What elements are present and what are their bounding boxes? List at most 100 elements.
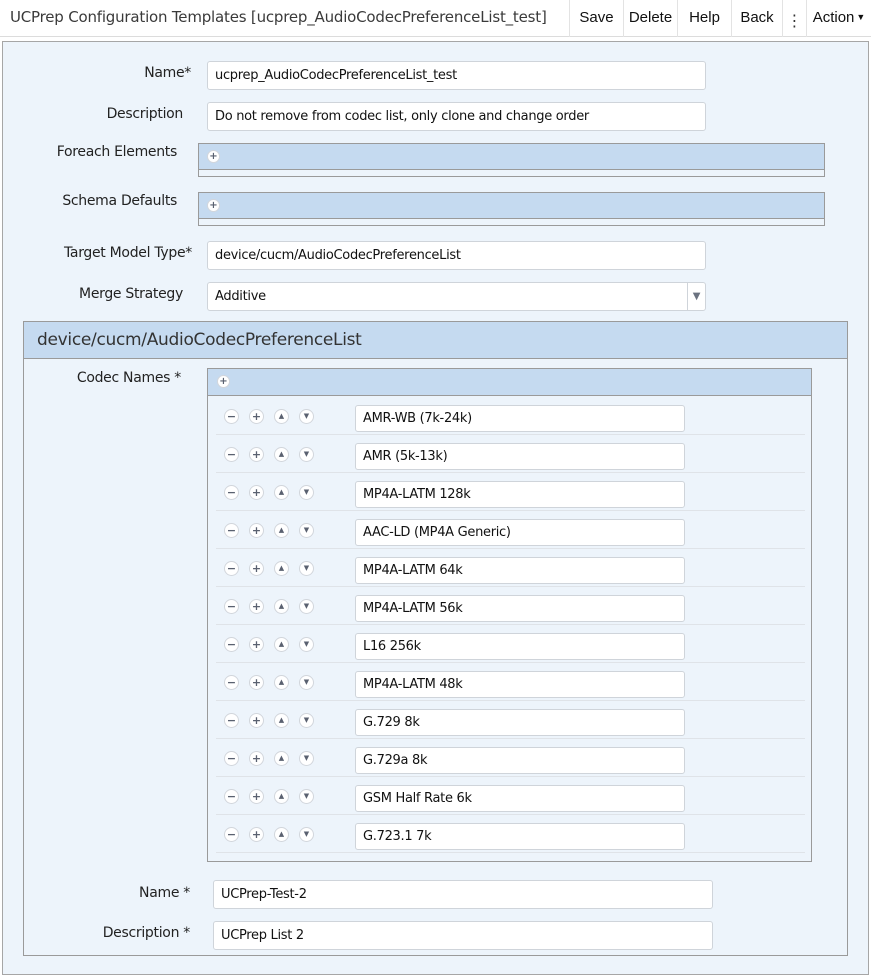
help-button[interactable]: Help bbox=[677, 0, 731, 37]
codec-name-input[interactable]: MP4A-LATM 56k bbox=[355, 595, 685, 622]
codec-name-input[interactable]: MP4A-LATM 128k bbox=[355, 481, 685, 508]
codec-row: − + ▲ ▼ G.723.1 7k bbox=[216, 815, 805, 853]
add-codec-after-button[interactable]: + bbox=[249, 713, 264, 728]
move-down-button[interactable]: ▼ bbox=[299, 789, 314, 804]
remove-codec-button[interactable]: − bbox=[224, 713, 239, 728]
back-button[interactable]: Back bbox=[731, 0, 782, 37]
codec-name-input[interactable]: MP4A-LATM 64k bbox=[355, 557, 685, 584]
merge-strategy-value: Additive bbox=[215, 289, 266, 304]
remove-codec-button[interactable]: − bbox=[224, 675, 239, 690]
codec-row: − + ▲ ▼ AMR-WB (7k-24k) bbox=[216, 397, 805, 435]
codec-name-input[interactable]: AMR-WB (7k-24k) bbox=[355, 405, 685, 432]
schema-defaults-group: + bbox=[198, 192, 825, 226]
codec-row: − + ▲ ▼ GSM Half Rate 6k bbox=[216, 777, 805, 815]
codec-row: − + ▲ ▼ MP4A-LATM 48k bbox=[216, 663, 805, 701]
codec-name-input[interactable]: G.723.1 7k bbox=[355, 823, 685, 850]
codec-names-header: + bbox=[208, 369, 811, 396]
model-description-input[interactable]: UCPrep List 2 bbox=[213, 921, 713, 950]
codec-names-list: + − + ▲ ▼ AMR-WB (7k-24k) − + ▲ ▼ AMR (5k-13k) − + ▲… bbox=[207, 368, 812, 862]
move-up-button[interactable]: ▲ bbox=[274, 599, 289, 614]
codec-row: − + ▲ ▼ MP4A-LATM 56k bbox=[216, 587, 805, 625]
move-up-button[interactable]: ▲ bbox=[274, 523, 289, 538]
move-down-button[interactable]: ▼ bbox=[299, 409, 314, 424]
move-up-button[interactable]: ▲ bbox=[274, 675, 289, 690]
add-codec-after-button[interactable]: + bbox=[249, 675, 264, 690]
model-name-input[interactable]: UCPrep-Test-2 bbox=[213, 880, 713, 909]
remove-codec-button[interactable]: − bbox=[224, 523, 239, 538]
add-codec-after-button[interactable]: + bbox=[249, 447, 264, 462]
add-codec-button[interactable]: + bbox=[217, 375, 230, 388]
add-codec-after-button[interactable]: + bbox=[249, 485, 264, 500]
move-down-button[interactable]: ▼ bbox=[299, 713, 314, 728]
move-down-button[interactable]: ▼ bbox=[299, 637, 314, 652]
move-down-button[interactable]: ▼ bbox=[299, 827, 314, 842]
add-codec-after-button[interactable]: + bbox=[249, 751, 264, 766]
foreach-elements-group: + bbox=[198, 143, 825, 177]
merge-strategy-select[interactable]: Additive ▼ bbox=[207, 282, 706, 311]
caret-down-icon: ▼ bbox=[856, 12, 866, 22]
schema-defaults-label: Schema Defaults bbox=[62, 193, 177, 209]
remove-codec-button[interactable]: − bbox=[224, 827, 239, 842]
move-down-button[interactable]: ▼ bbox=[299, 447, 314, 462]
remove-codec-button[interactable]: − bbox=[224, 447, 239, 462]
foreach-elements-label: Foreach Elements bbox=[56, 144, 178, 160]
codec-row: − + ▲ ▼ L16 256k bbox=[216, 625, 805, 663]
save-button[interactable]: Save bbox=[569, 0, 623, 37]
model-section-title: device/cucm/AudioCodecPreferenceList bbox=[37, 330, 362, 350]
more-options-button[interactable]: ⋮ bbox=[782, 0, 806, 37]
move-down-button[interactable]: ▼ bbox=[299, 599, 314, 614]
codec-row: − + ▲ ▼ AMR (5k-13k) bbox=[216, 435, 805, 473]
move-down-button[interactable]: ▼ bbox=[299, 751, 314, 766]
add-codec-after-button[interactable]: + bbox=[249, 789, 264, 804]
description-input[interactable]: Do not remove from codec list, only clon… bbox=[207, 102, 706, 131]
move-down-button[interactable]: ▼ bbox=[299, 561, 314, 576]
move-up-button[interactable]: ▲ bbox=[274, 827, 289, 842]
remove-codec-button[interactable]: − bbox=[224, 751, 239, 766]
codec-name-input[interactable]: L16 256k bbox=[355, 633, 685, 660]
add-codec-after-button[interactable]: + bbox=[249, 599, 264, 614]
delete-button[interactable]: Delete bbox=[623, 0, 677, 37]
codec-names-label: Codec Names * bbox=[76, 370, 181, 386]
move-up-button[interactable]: ▲ bbox=[274, 789, 289, 804]
model-section-header: device/cucm/AudioCodecPreferenceList bbox=[24, 322, 847, 359]
codec-name-input[interactable]: AMR (5k-13k) bbox=[355, 443, 685, 470]
codec-name-input[interactable]: G.729 8k bbox=[355, 709, 685, 736]
codec-name-input[interactable]: AAC-LD (MP4A Generic) bbox=[355, 519, 685, 546]
remove-codec-button[interactable]: − bbox=[224, 485, 239, 500]
target-model-type-label: Target Model Type* bbox=[63, 245, 192, 261]
codec-name-input[interactable]: G.729a 8k bbox=[355, 747, 685, 774]
remove-codec-button[interactable]: − bbox=[224, 409, 239, 424]
move-down-button[interactable]: ▼ bbox=[299, 675, 314, 690]
move-up-button[interactable]: ▲ bbox=[274, 447, 289, 462]
add-codec-after-button[interactable]: + bbox=[249, 637, 264, 652]
add-codec-after-button[interactable]: + bbox=[249, 561, 264, 576]
move-up-button[interactable]: ▲ bbox=[274, 713, 289, 728]
codec-row: − + ▲ ▼ G.729 8k bbox=[216, 701, 805, 739]
move-down-button[interactable]: ▼ bbox=[299, 485, 314, 500]
move-up-button[interactable]: ▲ bbox=[274, 485, 289, 500]
add-foreach-element-button[interactable]: + bbox=[207, 150, 220, 163]
template-form: Name* ucprep_AudioCodecPreferenceList_te… bbox=[2, 41, 869, 975]
move-up-button[interactable]: ▲ bbox=[274, 561, 289, 576]
move-down-button[interactable]: ▼ bbox=[299, 523, 314, 538]
add-codec-after-button[interactable]: + bbox=[249, 827, 264, 842]
name-input[interactable]: ucprep_AudioCodecPreferenceList_test bbox=[207, 61, 706, 90]
add-codec-after-button[interactable]: + bbox=[249, 523, 264, 538]
target-model-type-input[interactable]: device/cucm/AudioCodecPreferenceList bbox=[207, 241, 706, 270]
remove-codec-button[interactable]: − bbox=[224, 637, 239, 652]
action-menu-button[interactable]: Action ▼ bbox=[806, 0, 871, 37]
move-up-button[interactable]: ▲ bbox=[274, 751, 289, 766]
remove-codec-button[interactable]: − bbox=[224, 599, 239, 614]
codec-name-input[interactable]: MP4A-LATM 48k bbox=[355, 671, 685, 698]
add-codec-after-button[interactable]: + bbox=[249, 409, 264, 424]
dropdown-arrow-icon[interactable]: ▼ bbox=[687, 283, 705, 310]
model-name-label: Name * bbox=[139, 885, 190, 901]
remove-codec-button[interactable]: − bbox=[224, 789, 239, 804]
move-up-button[interactable]: ▲ bbox=[274, 637, 289, 652]
move-up-button[interactable]: ▲ bbox=[274, 409, 289, 424]
add-schema-default-button[interactable]: + bbox=[207, 199, 220, 212]
remove-codec-button[interactable]: − bbox=[224, 561, 239, 576]
action-menu-label: Action bbox=[812, 9, 855, 26]
codec-name-input[interactable]: GSM Half Rate 6k bbox=[355, 785, 685, 812]
schema-defaults-header: + bbox=[199, 193, 824, 219]
